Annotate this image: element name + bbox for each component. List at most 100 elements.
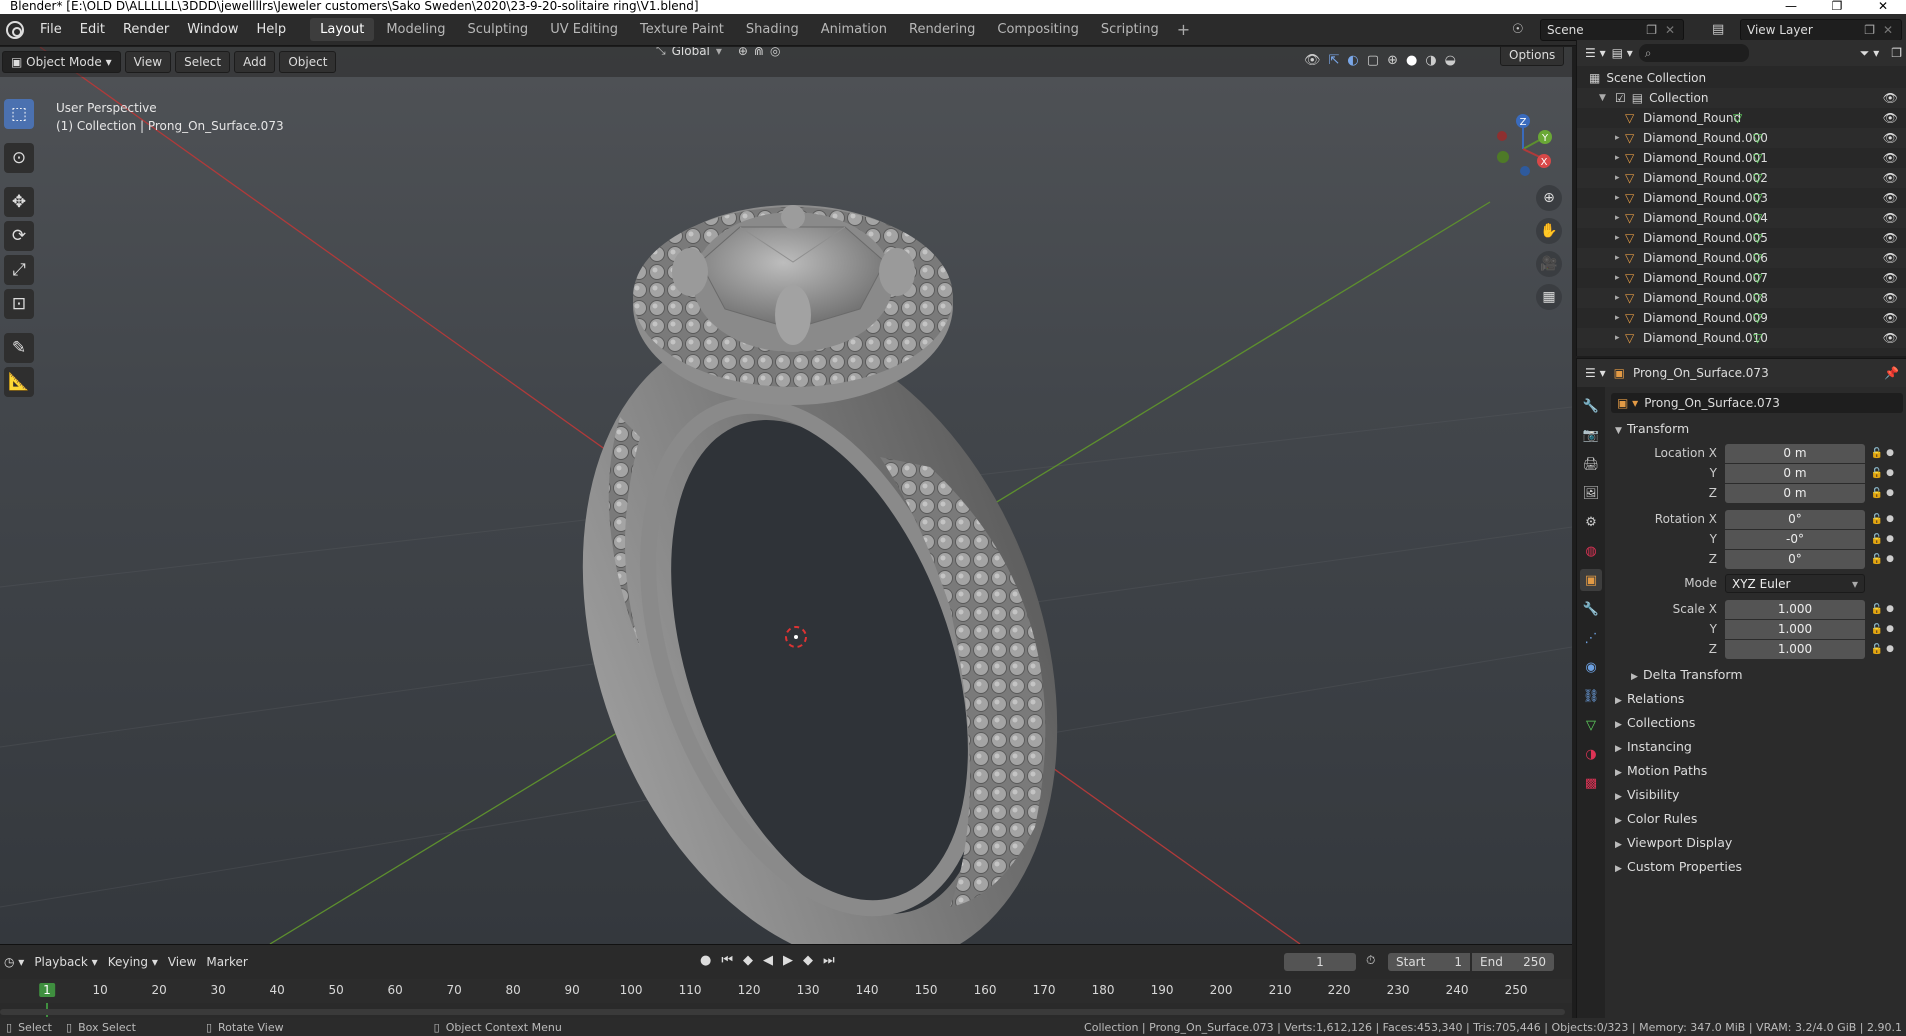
snap-icon[interactable]: ⋒ [754, 47, 764, 58]
end-frame-field[interactable]: End 250 [1472, 953, 1554, 971]
keyframe-dot-icon[interactable]: ● [1885, 604, 1895, 614]
menu-window[interactable]: Window [179, 19, 246, 40]
zoom-icon[interactable]: ⊕ [1536, 185, 1562, 211]
object-tab-icon[interactable]: ▣ [1580, 569, 1602, 591]
properties-editor-icon[interactable]: ☰ ▾ [1585, 366, 1606, 380]
outliner-item[interactable]: ▸ ▽ Diamond_Round.000 ▽ 👁 [1577, 128, 1906, 148]
scale-z-field[interactable]: 1.000 [1725, 639, 1865, 659]
mesh-data-icon[interactable]: ▽ [1753, 251, 1762, 265]
eye-icon[interactable]: 👁 [1883, 131, 1898, 145]
blender-logo-icon[interactable] [6, 20, 24, 39]
panel-header-instancing[interactable]: ▶ Instancing [1615, 739, 1692, 754]
expand-icon[interactable]: ▸ [1615, 293, 1625, 303]
panel-header-motion-paths[interactable]: ▶ Motion Paths [1615, 763, 1707, 778]
particles-tab-icon[interactable]: ⋰ [1580, 627, 1602, 649]
panel-header-visibility[interactable]: ▶ Visibility [1615, 787, 1679, 802]
view-layer-field[interactable]: View Layer ❐ ✕ [1740, 19, 1902, 41]
expand-icon[interactable]: ▼ [1599, 93, 1609, 103]
pin-icon[interactable]: 📌 [1884, 366, 1899, 380]
eye-icon[interactable]: 👁 [1883, 331, 1898, 345]
expand-icon[interactable]: ▸ [1615, 133, 1625, 143]
shading-wireframe-icon[interactable]: ⊕ [1387, 53, 1398, 68]
tab-texture-paint[interactable]: Texture Paint [630, 18, 734, 41]
eye-icon[interactable]: 👁 [1883, 231, 1898, 245]
mesh-data-icon[interactable]: ▽ [1753, 231, 1762, 245]
checkbox-icon[interactable]: ☑ [1615, 91, 1626, 105]
annotate-tool[interactable]: ✎ [4, 333, 34, 363]
stopwatch-icon[interactable]: ⏱ [1366, 953, 1375, 968]
mesh-data-icon[interactable]: ▽ [1753, 331, 1762, 345]
close-button[interactable]: ✕ [1860, 0, 1906, 14]
mesh-data-icon[interactable]: ▽ [1753, 131, 1762, 145]
keyframe-dot-icon[interactable]: ● [1885, 468, 1895, 478]
editor-type-icon[interactable]: ◷ ▾ [4, 955, 24, 969]
lock-icon[interactable]: 🔓 [1869, 448, 1885, 459]
eye-icon[interactable]: 👁 [1883, 151, 1898, 165]
outliner-item[interactable]: ▸ ▽ Diamond_Round.006 ▽ 👁 [1577, 248, 1906, 268]
data-tab-icon[interactable]: ▽ [1580, 714, 1602, 736]
add-menu[interactable]: Add [234, 51, 276, 73]
gizmo-toggle-icon[interactable]: ⇱ [1329, 53, 1340, 68]
world-tab-icon[interactable]: ◍ [1580, 540, 1602, 562]
texture-tab-icon[interactable]: ▩ [1580, 772, 1602, 794]
new-collection-icon[interactable]: ❐ [1891, 46, 1902, 60]
eye-icon[interactable]: 👁 [1883, 311, 1898, 325]
tab-modeling[interactable]: Modeling [376, 18, 455, 41]
next-keyframe-icon[interactable]: ◆ [803, 953, 813, 968]
pivot-icon[interactable]: ⊕ [738, 47, 748, 58]
outliner-item[interactable]: ▸ ▽ Diamond_Round.002 ▽ 👁 [1577, 168, 1906, 188]
mesh-data-icon[interactable]: ▽ [1753, 291, 1762, 305]
display-mode-icon[interactable]: ▤ ▾ [1612, 46, 1633, 60]
expand-icon[interactable]: ▸ [1615, 153, 1625, 163]
transform-orientation[interactable]: ⤡ Global ▾ ⊕ ⋒ ◎ [656, 47, 781, 58]
select-menu[interactable]: Select [175, 51, 231, 73]
outliner-item[interactable]: ▸ ▽ Diamond_Round.007 ▽ 👁 [1577, 268, 1906, 288]
gizmo-neg-x[interactable] [1497, 131, 1507, 141]
gizmo-neg-z[interactable] [1520, 166, 1530, 176]
view-menu[interactable]: View [124, 51, 172, 73]
timeline-scrollbar[interactable] [0, 1009, 1565, 1015]
playback-menu[interactable]: Playback ▾ [34, 955, 97, 969]
gizmo-neg-y[interactable] [1497, 151, 1509, 163]
eye-icon[interactable]: 👁 [1883, 291, 1898, 305]
navigation-gizmo[interactable]: Y Z X [1488, 109, 1558, 179]
lock-icon[interactable]: 🔓 [1869, 554, 1885, 565]
scene-selector-icon[interactable]: ☉ [1512, 22, 1524, 37]
outliner-item[interactable]: ▸ ▽ Diamond_Round.009 ▽ 👁 [1577, 308, 1906, 328]
expand-icon[interactable]: ▸ [1615, 213, 1625, 223]
outliner-item[interactable]: ▸ ▽ Diamond_Round.010 ▽ 👁 [1577, 328, 1906, 348]
view-layer-tab-icon[interactable]: 🖼 [1580, 482, 1602, 504]
view-layer-copy-icon[interactable]: ❐ [1864, 23, 1875, 37]
scene-copy-icon[interactable]: ❐ [1646, 23, 1657, 37]
minimize-button[interactable]: — [1768, 0, 1814, 14]
delta-transform-header[interactable]: ▶ Delta Transform [1631, 667, 1743, 682]
tab-uv-editing[interactable]: UV Editing [540, 18, 628, 41]
current-frame-field[interactable]: 1 [1284, 953, 1356, 971]
menu-render[interactable]: Render [115, 19, 177, 40]
menu-help[interactable]: Help [249, 19, 295, 40]
expand-icon[interactable]: ▸ [1615, 253, 1625, 263]
shading-material-icon[interactable]: ◑ [1425, 53, 1436, 68]
keying-menu[interactable]: Keying ▾ [108, 955, 158, 969]
mesh-data-icon[interactable]: ▽ [1733, 111, 1742, 125]
options-dropdown[interactable]: Options [1500, 47, 1565, 66]
object-mode-dropdown[interactable]: ▣ Object Mode ▾ [2, 51, 121, 73]
start-frame-field[interactable]: Start 1 [1388, 953, 1470, 971]
tab-shading[interactable]: Shading [736, 18, 809, 41]
keyframe-dot-icon[interactable]: ● [1885, 448, 1895, 458]
outliner-item[interactable]: ▸ ▽ Diamond_Round.003 ▽ 👁 [1577, 188, 1906, 208]
xray-icon[interactable]: ▢ [1367, 53, 1379, 68]
keyframe-dot-icon[interactable]: ● [1885, 514, 1895, 524]
lock-icon[interactable]: 🔓 [1869, 624, 1885, 635]
scene-field[interactable]: Scene ❐ ✕ [1540, 19, 1684, 41]
tab-compositing[interactable]: Compositing [987, 18, 1089, 41]
mesh-data-icon[interactable]: ▽ [1753, 311, 1762, 325]
eye-icon[interactable]: 👁 [1883, 271, 1898, 285]
overlay-toggle-icon[interactable]: ◐ [1347, 53, 1358, 68]
scale-y-field[interactable]: 1.000 [1725, 619, 1865, 639]
transform-panel-header[interactable]: ▼ Transform [1615, 421, 1689, 436]
eye-icon[interactable]: 👁 [1883, 111, 1898, 125]
menu-edit[interactable]: Edit [72, 19, 113, 40]
panel-header-relations[interactable]: ▶ Relations [1615, 691, 1684, 706]
tab-animation[interactable]: Animation [811, 18, 897, 41]
